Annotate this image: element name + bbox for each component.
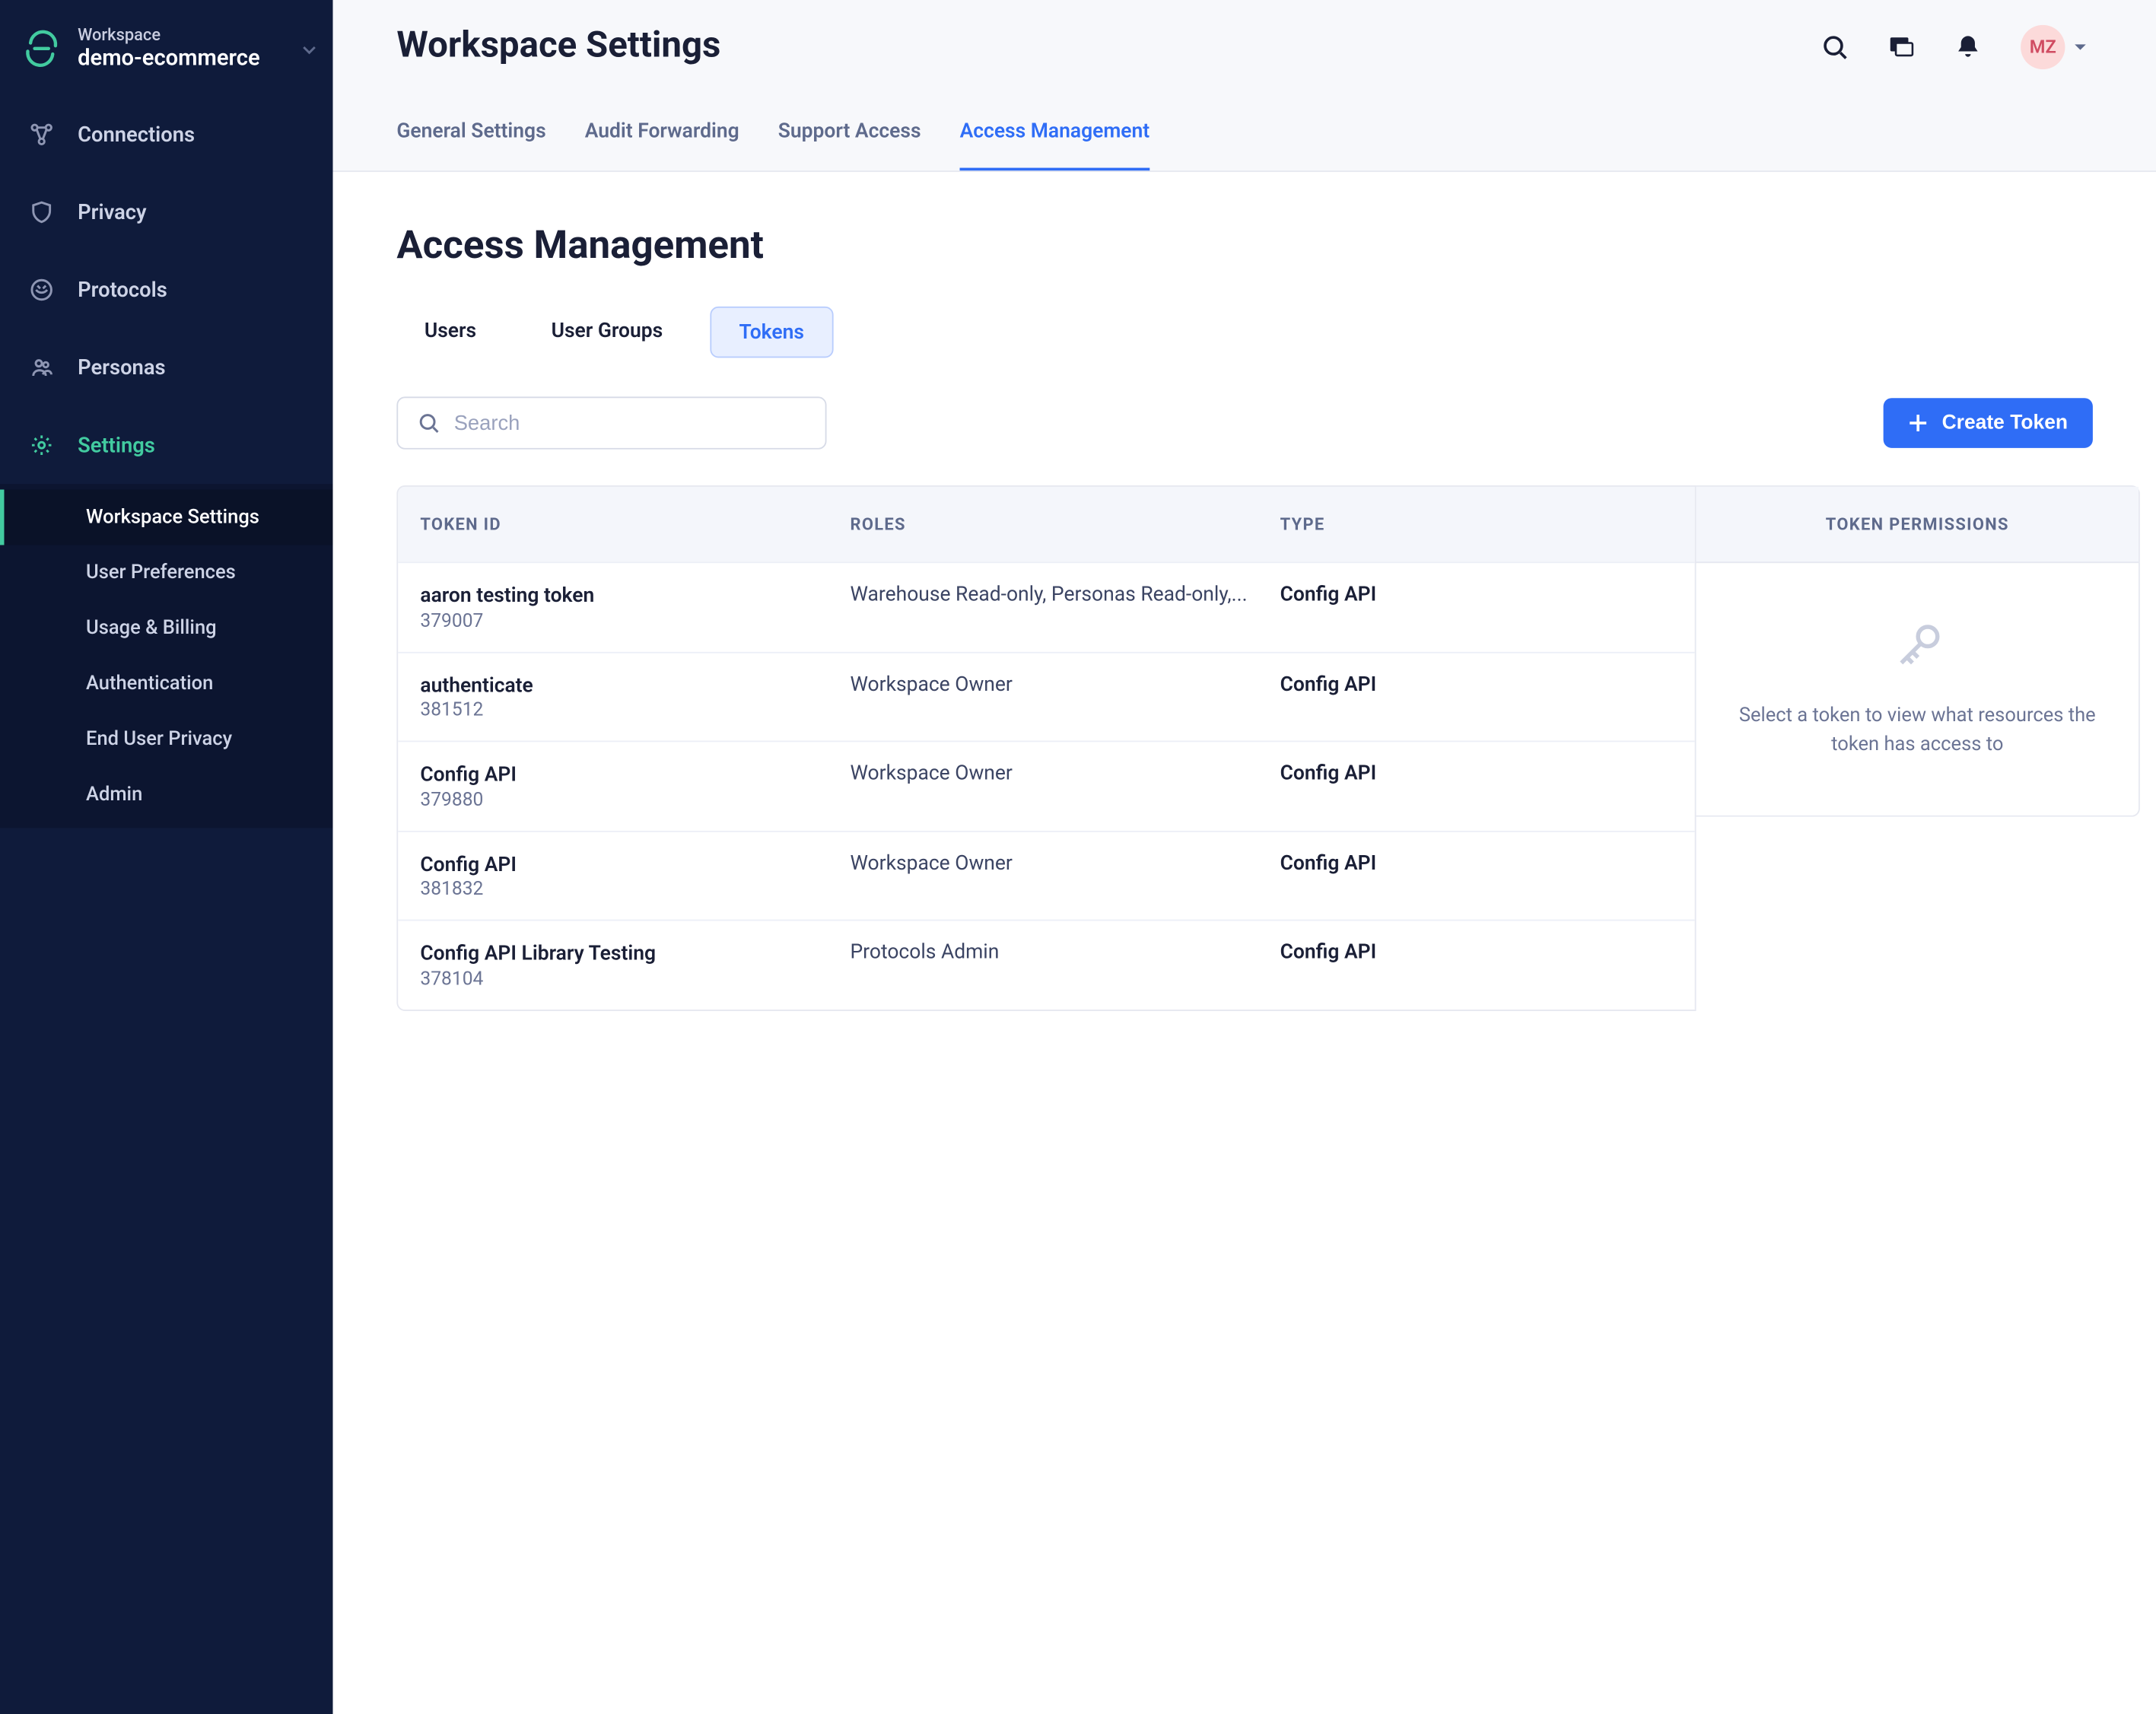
permissions-empty-text: Select a token to view what resources th… [1729, 701, 2105, 760]
token-id: 379880 [420, 789, 850, 811]
tokens-table: TOKEN ID ROLES TYPE aaron testing token3… [396, 485, 1696, 1011]
subnav-user-preferences[interactable]: User Preferences [0, 545, 333, 600]
token-name: authenticate [420, 672, 850, 699]
token-name: Config API [420, 851, 850, 879]
search-icon[interactable] [1821, 33, 1849, 61]
chat-icon[interactable] [1887, 33, 1915, 61]
subnav-end-user-privacy[interactable]: End User Privacy [0, 711, 333, 767]
sidebar-item-label: Settings [78, 433, 155, 458]
col-token-id: TOKEN ID [420, 514, 850, 534]
table-row[interactable]: Config API381832Workspace OwnerConfig AP… [398, 830, 1695, 920]
header-tabs: General Settings Audit Forwarding Suppor… [396, 106, 2093, 171]
sidebar-item-label: Privacy [78, 200, 147, 225]
col-roles: ROLES [850, 514, 1280, 534]
key-icon [1729, 619, 2105, 674]
token-type: Config API [1280, 583, 1673, 632]
token-roles: Warehouse Read-only, Personas Read-only,… [850, 583, 1280, 632]
token-id: 381832 [420, 878, 850, 900]
create-token-label: Create Token [1942, 412, 2069, 434]
workspace-label: Workspace [78, 25, 260, 45]
sidebar-item-privacy[interactable]: Privacy [0, 173, 333, 251]
token-roles: Workspace Owner [850, 762, 1280, 811]
token-type: Config API [1280, 672, 1673, 721]
token-name: aaron testing token [420, 583, 850, 610]
workspace-name: demo-ecommerce [78, 44, 260, 71]
search-input-wrap[interactable] [396, 396, 826, 449]
tab-audit-forwarding[interactable]: Audit Forwarding [585, 106, 739, 171]
subnav-usage-billing[interactable]: Usage & Billing [0, 600, 333, 656]
subtabs: Users User Groups Tokens [396, 307, 2093, 358]
permissions-title: TOKEN PERMISSIONS [1696, 487, 2139, 563]
token-roles: Workspace Owner [850, 851, 1280, 901]
tab-general-settings[interactable]: General Settings [396, 106, 545, 171]
subnav-authentication[interactable]: Authentication [0, 656, 333, 711]
token-name: Config API [420, 762, 850, 789]
table-row[interactable]: aaron testing token379007Warehouse Read-… [398, 561, 1695, 651]
table-row[interactable]: Config API Library Testing378104Protocol… [398, 920, 1695, 1010]
token-type: Config API [1280, 940, 1673, 990]
sidebar-item-protocols[interactable]: Protocols [0, 251, 333, 329]
protocols-icon [27, 276, 55, 304]
sidebar-item-label: Personas [78, 355, 166, 380]
create-token-button[interactable]: Create Token [1884, 398, 2093, 448]
subtab-tokens[interactable]: Tokens [710, 307, 833, 358]
section-title: Access Management [396, 222, 2093, 268]
search-icon [418, 411, 440, 436]
bell-icon[interactable] [1954, 33, 1982, 61]
token-id: 378104 [420, 968, 850, 990]
search-input[interactable] [454, 412, 806, 435]
tab-access-management[interactable]: Access Management [960, 106, 1150, 171]
sidebar-item-connections[interactable]: Connections [0, 96, 333, 173]
avatar: MZ [2021, 25, 2065, 69]
main: Workspace Settings MZ [333, 0, 2156, 1714]
token-name: Config API Library Testing [420, 940, 850, 968]
logo-icon [22, 28, 61, 67]
plus-icon [1909, 413, 1929, 433]
tab-support-access[interactable]: Support Access [778, 106, 921, 171]
header: Workspace Settings MZ [333, 0, 2156, 172]
sidebar-item-label: Protocols [78, 278, 167, 303]
gear-icon [27, 431, 55, 459]
personas-icon [27, 354, 55, 381]
subtab-users[interactable]: Users [396, 307, 504, 358]
table-row[interactable]: authenticate381512Workspace OwnerConfig … [398, 651, 1695, 741]
sidebar-subnav: Workspace Settings User Preferences Usag… [0, 484, 333, 828]
subnav-admin[interactable]: Admin [0, 767, 333, 822]
content: Access Management Users User Groups Toke… [333, 172, 2156, 1714]
token-type: Config API [1280, 851, 1673, 901]
col-type: TYPE [1280, 514, 1673, 534]
permissions-panel: TOKEN PERMISSIONS Select a token to view… [1696, 485, 2140, 817]
sidebar-item-settings[interactable]: Settings [0, 406, 333, 484]
sidebar: Workspace demo-ecommerce Connections [0, 0, 333, 1714]
page-title: Workspace Settings [396, 25, 720, 67]
table-row[interactable]: Config API379880Workspace OwnerConfig AP… [398, 741, 1695, 831]
token-roles: Protocols Admin [850, 940, 1280, 990]
connections-icon [27, 121, 55, 148]
subtab-user-groups[interactable]: User Groups [523, 307, 691, 358]
shield-icon [27, 199, 55, 226]
chevron-down-icon [302, 36, 316, 62]
subnav-workspace-settings[interactable]: Workspace Settings [0, 490, 333, 545]
sidebar-item-label: Connections [78, 122, 195, 147]
token-id: 381512 [420, 699, 850, 721]
token-type: Config API [1280, 762, 1673, 811]
user-menu[interactable]: MZ [2021, 25, 2088, 69]
token-roles: Workspace Owner [850, 672, 1280, 721]
workspace-switcher[interactable]: Workspace demo-ecommerce [0, 11, 333, 96]
sidebar-item-personas[interactable]: Personas [0, 329, 333, 406]
chevron-down-icon [2073, 40, 2087, 54]
header-actions: MZ [1821, 25, 2093, 69]
token-id: 379007 [420, 609, 850, 631]
